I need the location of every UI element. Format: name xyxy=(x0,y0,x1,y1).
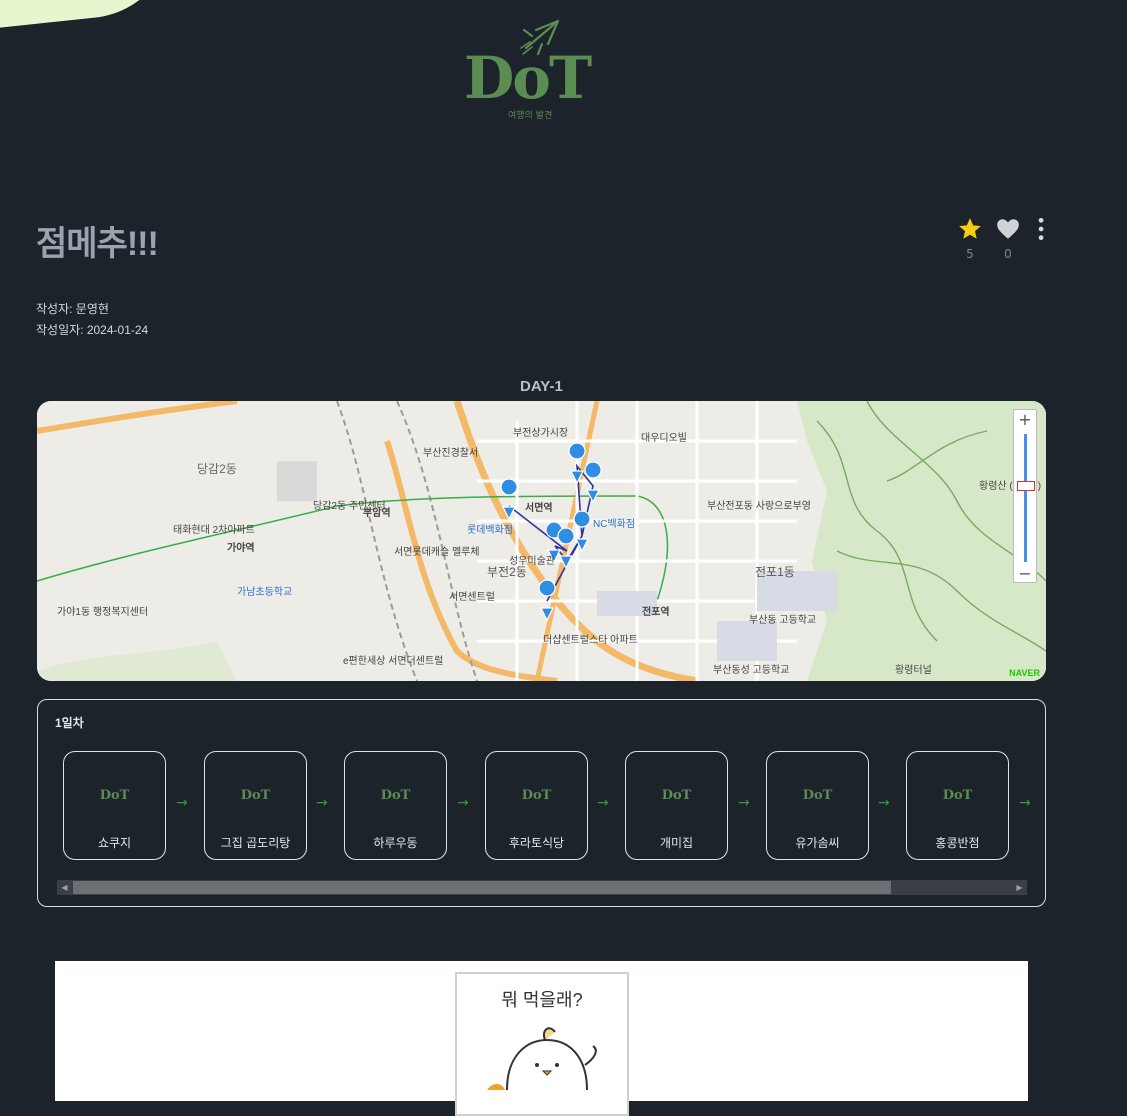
star-icon xyxy=(959,218,981,239)
page-title: 점메추!!! xyxy=(36,225,159,263)
place-name: 유가솜씨 xyxy=(795,836,840,850)
map-label: 서면역 xyxy=(525,501,553,514)
map-label: 황령터널 xyxy=(895,664,932,676)
place-card-logo: DoT xyxy=(661,788,692,803)
map-label: 가남초등학교 xyxy=(237,586,292,598)
arrow-right-icon: → xyxy=(457,795,469,811)
arrow-right-icon: → xyxy=(738,795,750,811)
more-vertical-icon xyxy=(1038,217,1044,241)
itinerary-panel: 1일차 DoT 쇼쿠지 → DoT 그집 곱도리탕 → DoT 하루우동 → D… xyxy=(37,699,1046,907)
place-card[interactable]: DoT 쇼쿠지 xyxy=(63,751,166,860)
map-label: 더샵센트럴스타 아파트 xyxy=(543,633,638,646)
map-zoom-control: + − xyxy=(1013,409,1037,583)
map-label: 전포1동 xyxy=(755,565,795,579)
place-name: 하루우동 xyxy=(373,836,418,850)
arrow-right-icon: → xyxy=(878,795,890,811)
map-label: 부산동 고등학교 xyxy=(749,614,816,626)
map-label: 당감2동 xyxy=(197,462,237,476)
map-label: 가야1동 행정복지센터 xyxy=(57,606,148,618)
arrow-right-icon: → xyxy=(597,795,609,811)
zoom-in-button[interactable]: + xyxy=(1014,410,1036,430)
day-label: DAY-1 xyxy=(520,378,563,395)
map-label: 전포역 xyxy=(642,605,670,618)
arrow-right-icon: → xyxy=(316,795,328,811)
meme-image: 뭐 먹을래? xyxy=(455,972,629,1116)
map-label: e편한세상 서면더센트럴 xyxy=(343,654,443,667)
logo-text: DoT xyxy=(464,44,592,112)
zoom-out-button[interactable]: − xyxy=(1014,564,1036,584)
map-label: 부산전포동 사랑으로부영 xyxy=(707,500,811,512)
meme-caption: 뭐 먹을래? xyxy=(501,990,583,1010)
arrow-right-icon: → xyxy=(176,795,188,811)
place-name: 쇼쿠지 xyxy=(97,836,132,850)
route-map[interactable]: 부전상가시장 당감2동 부산진경찰서 대우디오빌 서면역 부암역 부전2동 롯데… xyxy=(37,401,1046,681)
place-name: 그집 곱도리탕 xyxy=(220,836,291,850)
itinerary-title: 1일차 xyxy=(55,716,84,730)
place-card[interactable]: DoT 유가솜씨 xyxy=(766,751,869,860)
map-label: 태화현대 2차아파트 xyxy=(173,524,255,536)
place-name: 개미집 xyxy=(659,836,694,850)
place-card-logo: DoT xyxy=(99,788,130,803)
horizontal-scrollbar[interactable]: ◀ ▶ xyxy=(57,880,1027,895)
arrow-right-icon: → xyxy=(1019,795,1031,811)
scrollbar-thumb[interactable] xyxy=(73,881,891,894)
place-card[interactable]: DoT 개미집 xyxy=(625,751,728,860)
place-card[interactable]: DoT 후라토식당 xyxy=(485,751,588,860)
author-label: 작성자: 문영현 xyxy=(36,302,109,316)
map-label: 부전2동 xyxy=(487,565,527,579)
dot-logo[interactable]: DoT 여행의 발견 xyxy=(462,18,622,128)
map-attribution: NAVER xyxy=(1009,668,1040,678)
map-label: 부전상가시장 xyxy=(513,427,568,439)
place-card-logo: DoT xyxy=(380,788,411,803)
scroll-left-icon[interactable]: ◀ xyxy=(57,880,72,895)
place-card[interactable]: DoT 홍콩반점 xyxy=(906,751,1009,860)
place-card-logo: DoT xyxy=(521,788,552,803)
map-label: 서면롯데캐슬 멜루체 xyxy=(394,546,480,558)
map-label: NC백화점 xyxy=(593,518,635,530)
zoom-slider-handle[interactable] xyxy=(1017,481,1035,491)
map-label: 가야역 xyxy=(227,541,255,554)
place-strip: DoT 쇼쿠지 → DoT 그집 곱도리탕 → DoT 하루우동 → DoT 후… xyxy=(63,751,1033,863)
map-canvas: 부전상가시장 당감2동 부산진경찰서 대우디오빌 서면역 부암역 부전2동 롯데… xyxy=(37,401,1046,681)
logo-tagline: 여행의 발견 xyxy=(508,111,553,121)
map-label: 대우디오빌 xyxy=(641,432,687,444)
place-card-logo: DoT xyxy=(802,788,833,803)
post-actions: 5 0 xyxy=(957,216,1053,262)
scroll-right-icon[interactable]: ▶ xyxy=(1012,880,1027,895)
map-label: 성우미술관 xyxy=(509,555,555,567)
star-button[interactable]: 5 xyxy=(957,216,983,261)
star-count: 5 xyxy=(966,247,974,261)
place-name: 홍콩반점 xyxy=(935,836,980,850)
like-count: 0 xyxy=(1004,247,1012,261)
chick-illustration xyxy=(487,1027,597,1090)
map-label: 부산진경찰서 xyxy=(423,446,478,459)
heart-icon xyxy=(997,219,1019,239)
date-label: 작성일자: 2024-01-24 xyxy=(36,323,149,337)
place-name: 후라토식당 xyxy=(508,836,565,850)
map-label: 부산동성 고등학교 xyxy=(713,664,789,676)
map-label: 당감2동 주민센터 xyxy=(313,500,386,512)
map-label: 롯데백화점 xyxy=(467,524,513,536)
decorative-blob xyxy=(0,0,185,32)
memo-area: 뭐 먹을래? xyxy=(55,961,1028,1116)
more-options-button[interactable] xyxy=(1027,216,1053,246)
like-button[interactable]: 0 xyxy=(995,216,1021,261)
place-card-logo: DoT xyxy=(942,788,973,803)
place-card-logo: DoT xyxy=(240,788,271,803)
map-label: 서면센트럴 xyxy=(449,590,495,603)
zoom-track xyxy=(1024,434,1027,562)
place-card[interactable]: DoT 그집 곱도리탕 xyxy=(204,751,307,860)
place-card[interactable]: DoT 하루우동 xyxy=(344,751,447,860)
